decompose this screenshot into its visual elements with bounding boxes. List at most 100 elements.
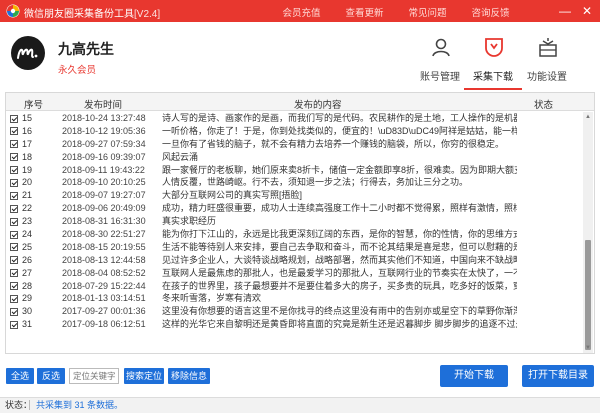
table-row[interactable]: 21 2018-09-07 19:27:07 大部分互联网公司的真实写照[捂脸]	[6, 189, 579, 202]
row-checkbox[interactable]	[10, 320, 18, 329]
minimize-button[interactable]: —	[556, 2, 574, 20]
link-member-recharge[interactable]: 会员充值	[270, 5, 333, 19]
row-publish-time: 2017-09-18 06:12:51	[62, 319, 146, 330]
row-checkbox[interactable]	[10, 256, 18, 265]
table-row[interactable]: 27 2018-08-04 08:52:52 互联网人是最焦虑的那批人，也是最爱学习…	[6, 267, 579, 280]
nav-label-download: 采集下载	[473, 72, 513, 83]
row-publish-time: 2018-08-15 20:19:55	[62, 241, 146, 252]
row-publish-time: 2018-08-13 12:44:58	[62, 254, 146, 265]
scroll-up-icon[interactable]: ▲	[583, 112, 593, 122]
row-index: 23	[22, 216, 33, 227]
col-content: 发布的内容	[294, 100, 342, 111]
row-checkbox[interactable]	[10, 294, 18, 303]
row-index: 30	[22, 306, 33, 317]
link-check-update[interactable]: 查看更新	[333, 5, 396, 19]
invert-selection-button[interactable]: 反选	[37, 368, 65, 384]
row-publish-time: 2018-09-11 19:43:22	[62, 164, 145, 175]
row-index: 22	[22, 203, 33, 214]
table-row[interactable]: 22 2018-09-06 20:49:09 成功，精力旺盛很重要，成功人士连续高强…	[6, 202, 579, 215]
row-checkbox[interactable]	[10, 153, 18, 162]
table-row[interactable]: 15 2018-10-24 13:27:48 诗人写的是诗、画家作的是画，而我们写的…	[6, 112, 579, 125]
nav-label-settings: 功能设置	[527, 72, 567, 83]
row-publish-time: 2018-09-10 20:10:25	[62, 177, 146, 188]
avatar-logo-icon	[17, 48, 38, 59]
avatar[interactable]	[11, 36, 45, 70]
nav-collect-download[interactable]: 采集下载	[464, 32, 522, 90]
row-content: 冬来听雪落，岁寒有清欢	[162, 293, 262, 304]
remove-info-button[interactable]: 移除信息	[168, 368, 210, 384]
table-row[interactable]: 28 2018-07-29 15:22:44 在孩子的世界里，孩子最想要并不是要住着…	[6, 280, 579, 293]
table-row[interactable]: 23 2018-08-31 16:31:30 真实求职经历	[6, 215, 579, 228]
row-publish-time: 2018-01-13 03:14:51	[62, 293, 146, 304]
row-checkbox[interactable]	[10, 127, 18, 136]
table-row[interactable]: 16 2018-10-12 19:05:36 一听价格，你走了！于是，你到处找类似的…	[6, 125, 579, 138]
row-content: 这里没有你想要的语言这里不是你找寻的终点这里没有雨中的告别亦或星空下的草野你渐渐…	[162, 306, 517, 317]
app-logo-icon	[6, 4, 20, 18]
row-publish-time: 2018-08-30 22:51:27	[62, 229, 146, 240]
row-index: 25	[22, 241, 33, 252]
nav-settings[interactable]: 功能设置	[518, 32, 576, 90]
row-checkbox[interactable]	[10, 217, 18, 226]
row-index: 17	[22, 138, 33, 149]
table-row[interactable]: 31 2017-09-18 06:12:51 这样的光华它来自黎明还是黄昏即将直面的…	[6, 318, 579, 331]
member-level: 永久会员	[58, 65, 97, 76]
row-checkbox[interactable]	[10, 282, 18, 291]
row-checkbox[interactable]	[10, 243, 18, 252]
keyword-input[interactable]	[69, 368, 119, 384]
row-checkbox[interactable]	[10, 204, 18, 213]
row-checkbox[interactable]	[10, 230, 18, 239]
table-row[interactable]: 29 2018-01-13 03:14:51 冬来听雪落，岁寒有清欢	[6, 292, 579, 305]
row-content: 成功，精力旺盛很重要，成功人士连续高强度工作十二小时都不觉得累，照样有激情，照样…	[162, 203, 517, 214]
row-checkbox[interactable]	[10, 269, 18, 278]
row-content: 这样的光华它来自黎明还是黄昏即将直面的究竟是新生还是迟暮脚步 脚步脚步的追逐不过…	[162, 319, 517, 330]
post-table: 序号 发布时间 发布的内容 状态 15 2018-10-24 13:27:48 诗人…	[5, 92, 595, 354]
row-publish-time: 2018-09-06 20:49:09	[62, 203, 146, 214]
table-header: 序号 发布时间 发布的内容 状态	[6, 93, 594, 111]
table-scrollbar[interactable]: ▲ ▼	[583, 112, 593, 353]
row-content: 一旦你有了省钱的脑子，就不会有精力去培养一个赚钱的脑袋，所以，你穷的很稳定。	[162, 138, 505, 149]
table-row[interactable]: 26 2018-08-13 12:44:58 见过许多企业人，大谈特谈战略规划，战略…	[6, 254, 579, 267]
bottom-toolbar: 全选 反选 搜索定位 移除信息 开始下载 打开下载目录	[0, 360, 600, 394]
close-button[interactable]: ✕	[578, 2, 596, 20]
table-row[interactable]: 19 2018-09-11 19:43:22 跟一家餐厅的老板聊，她们原来卖8折卡，…	[6, 164, 579, 177]
row-checkbox[interactable]	[10, 166, 18, 175]
username: 九高先生	[58, 41, 114, 57]
header: 九高先生 永久会员 账号管理 采集下载 功能设置	[0, 22, 600, 90]
title-bar: 微信朋友圈采集备份工具[V2.4] 会员充值 查看更新 常见问题 咨询反馈 — …	[0, 0, 600, 22]
row-index: 31	[22, 319, 33, 330]
row-index: 28	[22, 280, 33, 291]
table-row[interactable]: 17 2018-09-27 07:59:34 一旦你有了省钱的脑子，就不会有精力去培…	[6, 138, 579, 151]
row-publish-time: 2018-10-24 13:27:48	[62, 113, 146, 123]
row-checkbox[interactable]	[10, 114, 18, 123]
table-row[interactable]: 25 2018-08-15 20:19:55 生活不能等待别人来安排，要自己去争取和…	[6, 241, 579, 254]
row-checkbox[interactable]	[10, 140, 18, 149]
scrollbar-thumb[interactable]	[585, 240, 591, 350]
row-content: 见过许多企业人，大谈特谈战略规划，战略部署，然而其实他们不知道，中国向来不缺战略…	[162, 254, 517, 265]
table-row[interactable]: 30 2017-09-27 00:01:36 这里没有你想要的语言这里不是你找寻的终…	[6, 305, 579, 318]
scroll-down-icon[interactable]: ▼	[583, 343, 593, 353]
table-row[interactable]: 20 2018-09-10 20:10:25 人情反覆，世路崎岖。行不去，须知退一步…	[6, 176, 579, 189]
row-content: 诗人写的是诗、画家作的是画，而我们写的是代码。农民耕作的是土地，工人操作的是机器…	[162, 113, 517, 123]
status-label: 状态：	[5, 400, 33, 410]
start-download-button[interactable]: 开始下载	[440, 365, 508, 387]
col-status: 状态	[534, 100, 554, 111]
open-download-dir-button[interactable]: 打开下载目录	[522, 365, 594, 387]
row-publish-time: 2018-09-27 07:59:34	[62, 138, 146, 149]
row-content: 风起云涌	[162, 151, 199, 162]
nav-label-account: 账号管理	[420, 72, 460, 83]
table-row[interactable]: 24 2018-08-30 22:51:27 能为你打下江山的，永远是比我更深刻辽阔…	[6, 228, 579, 241]
row-publish-time: 2018-08-04 08:52:52	[62, 267, 146, 278]
search-locate-button[interactable]: 搜索定位	[124, 368, 164, 384]
row-checkbox[interactable]	[10, 178, 18, 187]
row-publish-time: 2018-08-31 16:31:30	[62, 216, 146, 227]
row-publish-time: 2018-09-16 09:39:07	[62, 151, 146, 162]
row-checkbox[interactable]	[10, 191, 18, 200]
select-all-button[interactable]: 全选	[6, 368, 34, 384]
row-checkbox[interactable]	[10, 307, 18, 316]
link-feedback[interactable]: 咨询反馈	[459, 5, 522, 19]
link-faq[interactable]: 常见问题	[396, 5, 459, 19]
row-content: 互联网人是最焦虑的那批人，也是最爱学习的那批人，互联网行业的节奏实在太快了，一不…	[162, 267, 517, 278]
table-row[interactable]: 18 2018-09-16 09:39:07 风起云涌	[6, 151, 579, 164]
nav-account-management[interactable]: 账号管理	[411, 32, 469, 90]
row-content: 在孩子的世界里，孩子最想要并不是要住着多大的房子，买多贵的玩具，吃多好的饭菜，穿…	[162, 280, 517, 291]
